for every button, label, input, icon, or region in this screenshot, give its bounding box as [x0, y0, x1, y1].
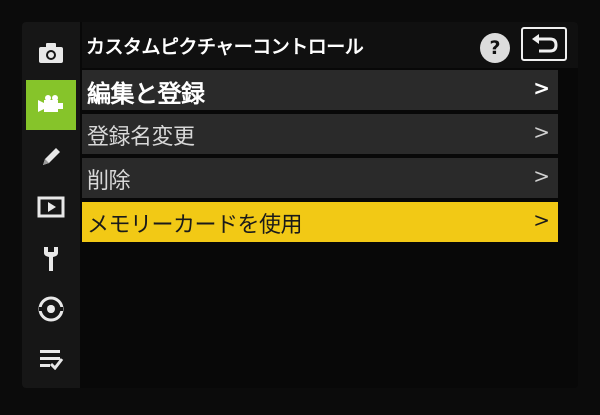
chevron-right-icon: >	[533, 164, 550, 188]
chevron-right-icon: >	[533, 208, 550, 232]
movie-camera-icon	[38, 95, 63, 112]
menu-item-label: 編集と登録	[87, 80, 205, 108]
my-menu-icon	[40, 350, 64, 370]
menu-item-delete[interactable]: 削除 >	[82, 158, 558, 198]
camera-icon	[39, 43, 63, 63]
page-title: カスタムピクチャーコントロール	[86, 36, 364, 58]
wrench-icon	[44, 247, 58, 271]
rail-item-custom-settings[interactable]	[26, 132, 76, 182]
rail-item-network[interactable]	[26, 284, 76, 334]
menu-item-label: 削除	[87, 169, 131, 194]
menu-item-rename[interactable]: 登録名変更 >	[82, 114, 558, 154]
menu-rail	[22, 22, 80, 388]
chevron-right-icon: >	[533, 120, 550, 144]
menu-header: カスタムピクチャーコントロール ?	[82, 22, 578, 68]
camera-menu-screen: カスタムピクチャーコントロール ? 編集と登録 > 登録名変更 > 削除 > メ…	[22, 22, 578, 388]
menu-item-use-memory-card[interactable]: メモリーカードを使用 >	[82, 202, 558, 242]
help-button[interactable]: ?	[480, 33, 510, 63]
pencil-icon	[43, 148, 60, 165]
rail-item-photo-shooting[interactable]	[26, 28, 76, 78]
rail-item-playback[interactable]	[26, 182, 76, 232]
rail-item-my-menu[interactable]	[26, 334, 76, 384]
menu-item-edit-save[interactable]: 編集と登録 >	[82, 70, 558, 110]
back-button[interactable]	[521, 27, 567, 61]
network-icon	[38, 296, 64, 322]
menu-item-label: 登録名変更	[87, 125, 195, 150]
back-icon	[532, 34, 558, 53]
menu-item-label: メモリーカードを使用	[87, 213, 303, 238]
rail-item-setup[interactable]	[26, 234, 76, 284]
rail-item-movie-shooting[interactable]	[26, 80, 76, 130]
playback-icon	[37, 196, 65, 218]
chevron-right-icon: >	[533, 76, 550, 100]
